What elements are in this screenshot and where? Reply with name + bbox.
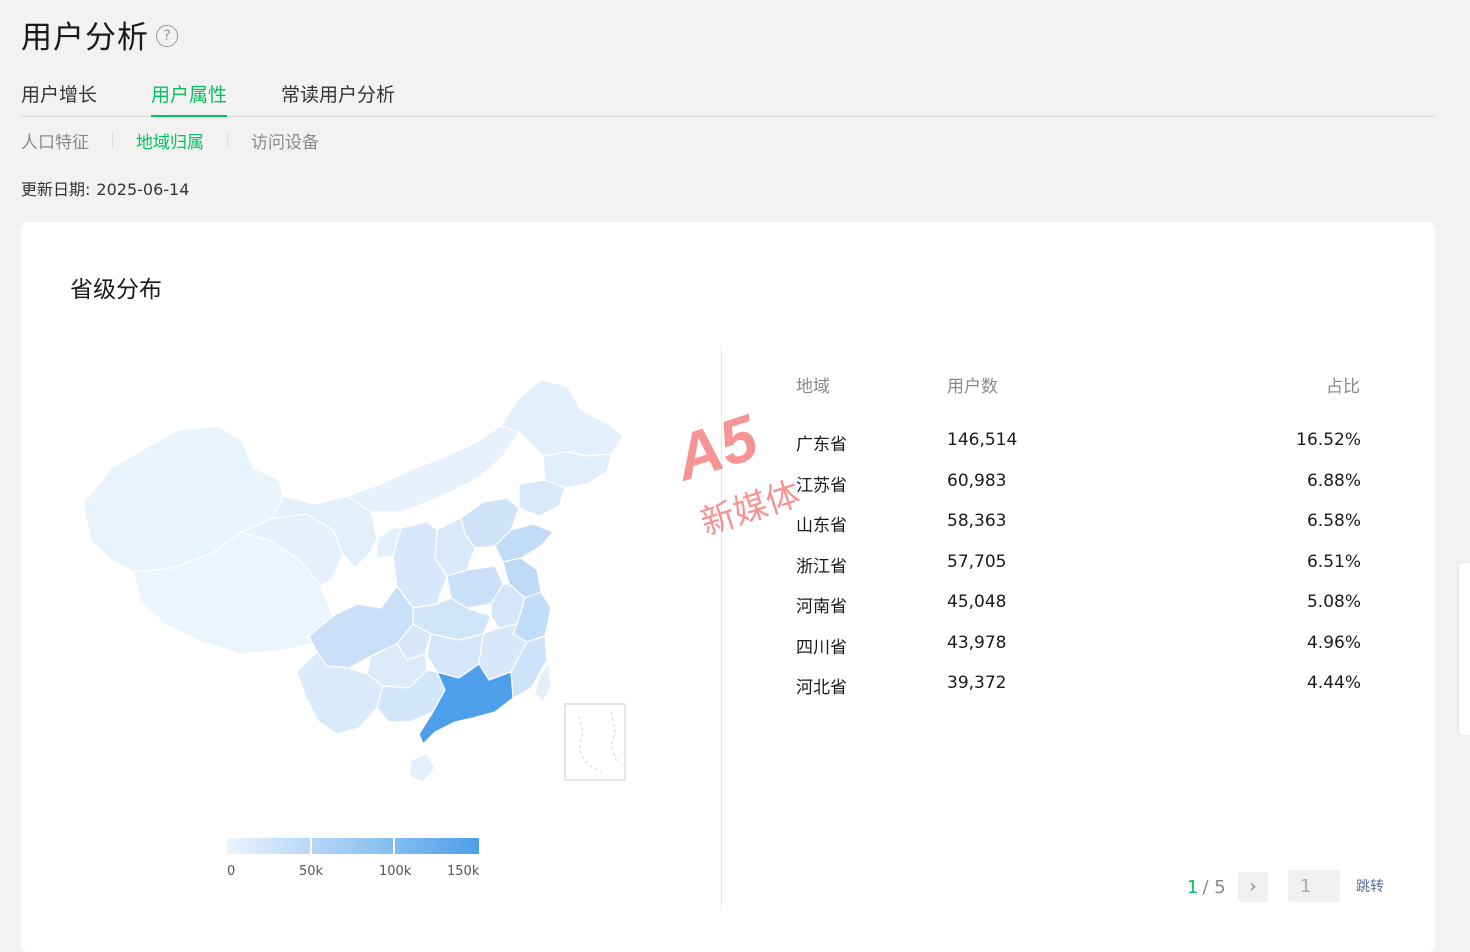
row-share: 6.51% bbox=[1306, 551, 1361, 572]
region-table: 广东省 146,514 16.52% 江苏省 60,983 6.88% 山东省 … bbox=[796, 430, 1386, 714]
legend-label-50k: 50k bbox=[299, 864, 324, 879]
map-heilongjiang bbox=[500, 379, 624, 457]
row-users: 60,983 bbox=[947, 470, 1007, 491]
legend-labels: 0 50k 100k 150k bbox=[227, 864, 479, 884]
row-users: 146,514 bbox=[947, 430, 1018, 450]
legend-separator bbox=[310, 838, 312, 854]
legend-gradient-bar[interactable] bbox=[227, 838, 479, 854]
main-tabs: 用户增长 用户属性 常读用户分析 bbox=[21, 78, 1435, 117]
table-row: 山东省 58,363 6.58% bbox=[796, 511, 1386, 552]
row-share: 4.44% bbox=[1306, 673, 1361, 693]
row-region: 河北省 bbox=[796, 678, 847, 698]
subtab-devices[interactable]: 访问设备 bbox=[251, 128, 319, 153]
page-title-text: 用户分析 bbox=[21, 19, 149, 56]
pager-status: 1 / 5 bbox=[1187, 872, 1226, 902]
jump-button[interactable]: 跳转 bbox=[1356, 876, 1384, 896]
row-region: 山东省 bbox=[796, 516, 847, 536]
table-row: 河北省 39,372 4.44% bbox=[796, 673, 1386, 714]
tab-user-attributes[interactable]: 用户属性 bbox=[151, 78, 228, 117]
update-date: 更新日期: 2025-06-14 bbox=[21, 176, 189, 200]
row-region: 广东省 bbox=[796, 435, 847, 455]
legend-label-150k: 150k bbox=[447, 864, 480, 879]
tab-user-growth[interactable]: 用户增长 bbox=[21, 78, 97, 115]
row-region: 四川省 bbox=[796, 637, 847, 658]
row-share: 6.58% bbox=[1306, 511, 1361, 531]
row-share: 5.08% bbox=[1306, 592, 1361, 612]
table-row: 四川省 43,978 4.96% bbox=[796, 633, 1386, 674]
col-header-users: 用户数 bbox=[947, 377, 998, 397]
subtab-region[interactable]: 地域归属 bbox=[136, 128, 204, 153]
row-users: 58,363 bbox=[947, 511, 1007, 531]
row-share: 4.96% bbox=[1306, 632, 1361, 653]
table-row: 河南省 45,048 5.08% bbox=[796, 592, 1386, 633]
china-province-map[interactable] bbox=[71, 372, 651, 802]
pager-total-pages: / 5 bbox=[1202, 876, 1226, 898]
row-users: 43,978 bbox=[947, 632, 1007, 653]
row-region: 浙江省 bbox=[796, 556, 847, 577]
chevron-right-icon: › bbox=[1249, 876, 1257, 897]
row-share: 6.88% bbox=[1306, 470, 1361, 491]
subtab-demographics[interactable]: 人口特征 bbox=[21, 128, 89, 153]
row-users: 57,705 bbox=[947, 551, 1007, 572]
map-hainan bbox=[408, 753, 436, 783]
province-distribution-card: 省级分布 0 50k 100k 150k 地域 用户数 占比 广东省 146,5… bbox=[21, 222, 1435, 952]
map-legend: 0 50k 100k 150k bbox=[227, 838, 479, 884]
update-date-label: 更新日期: bbox=[21, 180, 91, 199]
pager-current-page: 1 bbox=[1187, 876, 1199, 898]
table-row: 广东省 146,514 16.52% bbox=[796, 430, 1386, 471]
row-region: 江苏省 bbox=[796, 475, 847, 496]
table-row: 江苏省 60,983 6.88% bbox=[796, 471, 1386, 512]
side-panel-edge[interactable] bbox=[1459, 563, 1470, 735]
map-jilin bbox=[542, 451, 612, 489]
map-liaoning bbox=[518, 479, 566, 517]
col-header-share: 占比 bbox=[1326, 377, 1360, 397]
row-users: 39,372 bbox=[947, 673, 1007, 693]
page-jump-input[interactable] bbox=[1288, 870, 1340, 902]
a5-watermark-logo: A5 新媒体 bbox=[672, 400, 802, 543]
card-title: 省级分布 bbox=[70, 277, 162, 303]
sub-tab-divider bbox=[227, 132, 228, 148]
row-region: 河南省 bbox=[796, 597, 847, 617]
sub-tab-divider bbox=[112, 132, 113, 148]
legend-label-0: 0 bbox=[227, 864, 236, 879]
page-title: 用户分析 ? bbox=[21, 12, 178, 56]
sub-tabs: 人口特征 地域归属 访问设备 bbox=[21, 126, 319, 154]
legend-separator bbox=[393, 838, 395, 854]
row-share: 16.52% bbox=[1296, 430, 1361, 450]
legend-label-100k: 100k bbox=[379, 864, 412, 879]
tab-frequent-readers[interactable]: 常读用户分析 bbox=[281, 78, 395, 115]
table-row: 浙江省 57,705 6.51% bbox=[796, 552, 1386, 593]
row-users: 45,048 bbox=[947, 592, 1007, 612]
update-date-value: 2025-06-14 bbox=[96, 180, 190, 199]
watermark-logo-text: A5 bbox=[672, 400, 767, 495]
question-circle-icon[interactable]: ? bbox=[156, 25, 178, 47]
next-page-button[interactable]: › bbox=[1238, 872, 1268, 902]
